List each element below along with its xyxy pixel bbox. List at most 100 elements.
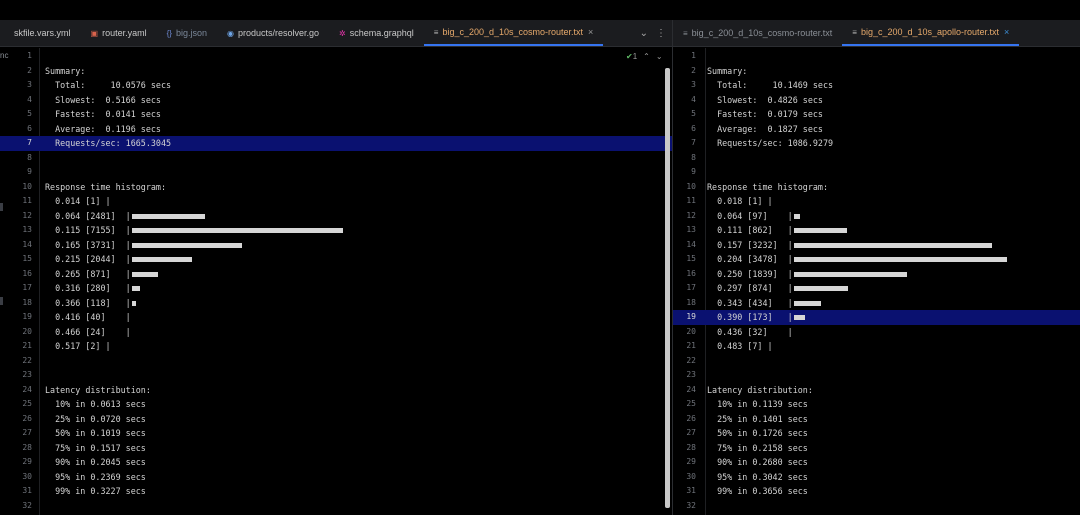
line-text: 0.064 [2481] |	[45, 210, 131, 221]
editor-line[interactable]: 15 0.215 [2044] |	[0, 252, 672, 267]
editor-line[interactable]: 31 99% in 0.3227 secs	[0, 484, 672, 499]
editor-line[interactable]: 17 0.297 [874] |	[673, 281, 1080, 296]
inspection-widget[interactable]: ✔1 ⌃ ⌄	[626, 52, 663, 61]
editor-line[interactable]: 9	[673, 165, 1080, 180]
editor-line[interactable]: 8	[673, 151, 1080, 166]
editor-line[interactable]: 12 0.064 [2481] |	[0, 209, 672, 224]
editor-line[interactable]: 10 Response time histogram:	[0, 180, 672, 195]
editor-line[interactable]: 27 50% in 0.1019 secs	[0, 426, 672, 441]
editor-line[interactable]: 28 75% in 0.1517 secs	[0, 441, 672, 456]
editor-line[interactable]: 24 Latency distribution:	[673, 383, 1080, 398]
editor-line[interactable]: 4 Slowest: 0.5166 secs	[0, 93, 672, 108]
right-tab-2[interactable]: ≡ big_c_200_d_10s_apollo-router.txt ×	[842, 20, 1020, 46]
left-tab-3[interactable]: {} big.json	[157, 20, 217, 46]
more-actions-icon[interactable]: ⋮	[656, 28, 666, 39]
editor-line[interactable]: 4 Slowest: 0.4826 secs	[673, 93, 1080, 108]
editor-line[interactable]: 20 0.436 [32] |	[673, 325, 1080, 340]
editor-line[interactable]: 21 0.483 [7] |	[673, 339, 1080, 354]
editor-line[interactable]: 6 Average: 0.1827 secs	[673, 122, 1080, 137]
editor-line[interactable]: 9	[0, 165, 672, 180]
editor-line[interactable]: 8	[0, 151, 672, 166]
line-number: 32	[22, 500, 32, 510]
editor-line[interactable]: 10 Response time histogram:	[673, 180, 1080, 195]
editor-line[interactable]: 16 0.265 [871] |	[0, 267, 672, 282]
editor-line[interactable]: 21 0.517 [2] |	[0, 339, 672, 354]
editor-line[interactable]: 1	[0, 49, 672, 64]
editor-line[interactable]: 13 0.111 [862] |	[673, 223, 1080, 238]
line-number: 27	[686, 428, 696, 437]
tab-label: big_c_200_d_10s_apollo-router.txt	[860, 27, 1000, 37]
left-tab-4[interactable]: ◉ products/resolver.go	[217, 20, 329, 46]
editor-line[interactable]: 24 Latency distribution:	[0, 383, 672, 398]
line-number: 5	[27, 109, 32, 118]
tab-close-icon[interactable]: ×	[1004, 27, 1009, 37]
editor-line[interactable]: 11 0.014 [1] |	[0, 194, 672, 209]
editor-line[interactable]: 5 Fastest: 0.0179 secs	[673, 107, 1080, 122]
next-highlight-icon[interactable]: ⌄	[656, 52, 663, 61]
tab-label: products/resolver.go	[237, 28, 320, 38]
right-tab-1[interactable]: ≡ big_c_200_d_10s_cosmo-router.txt	[673, 20, 842, 46]
line-text: 0.157 [3232] |	[707, 239, 793, 250]
editor-line[interactable]: 29 90% in 0.2045 secs	[0, 455, 672, 470]
editor-line[interactable]: 26 25% in 0.0720 secs	[0, 412, 672, 427]
editor-line[interactable]: 15 0.204 [3478] |	[673, 252, 1080, 267]
line-number: 7	[27, 138, 32, 147]
line-number: 24	[22, 384, 32, 394]
line-number: 26	[22, 413, 32, 423]
editor-line[interactable]: 12 0.064 [97] |	[673, 209, 1080, 224]
editor-line[interactable]: 7 Requests/sec: 1086.9279	[673, 136, 1080, 151]
editor-line[interactable]: 29 90% in 0.2680 secs	[673, 455, 1080, 470]
editor-line[interactable]: 6 Average: 0.1196 secs	[0, 122, 672, 137]
editor-line[interactable]: 28 75% in 0.2158 secs	[673, 441, 1080, 456]
editor-line[interactable]: 18 0.343 [434] |	[673, 296, 1080, 311]
editor-line[interactable]: 22	[0, 354, 672, 369]
editor-line[interactable]: 30 95% in 0.3042 secs	[673, 470, 1080, 485]
editor-line[interactable]: 22	[673, 354, 1080, 369]
editor-line[interactable]: 11 0.018 [1] |	[673, 194, 1080, 209]
line-number: 9	[691, 167, 696, 176]
editor-line[interactable]: 32	[673, 499, 1080, 514]
line-number: 21	[686, 341, 696, 350]
editor-line[interactable]: 3 Total: 10.0576 secs	[0, 78, 672, 93]
editor-line[interactable]: 26 25% in 0.1401 secs	[673, 412, 1080, 427]
line-number: 14	[22, 239, 32, 249]
left-vertical-scrollbar[interactable]	[665, 68, 670, 508]
editor-line[interactable]: 23	[673, 368, 1080, 383]
editor-line[interactable]: 14 0.165 [3731] |	[0, 238, 672, 253]
left-tab-5[interactable]: ✲ schema.graphql	[329, 20, 424, 46]
editor-line[interactable]: 2 Summary:	[673, 64, 1080, 79]
editor-line[interactable]: 16 0.250 [1839] |	[673, 267, 1080, 282]
editor-line[interactable]: 18 0.366 [118] |	[0, 296, 672, 311]
editor-line[interactable]: 30 95% in 0.2369 secs	[0, 470, 672, 485]
editor-line[interactable]: 25 10% in 0.0613 secs	[0, 397, 672, 412]
editor-line[interactable]: 2 Summary:	[0, 64, 672, 79]
left-tab-6[interactable]: ≡ big_c_200_d_10s_cosmo-router.txt ×	[423, 20, 604, 46]
editor-line[interactable]: 7 Requests/sec: 1665.3045	[0, 136, 672, 151]
editor-line[interactable]: 19 0.390 [173] |	[673, 310, 1080, 325]
editor-line[interactable]: 1	[673, 49, 1080, 64]
editor-line[interactable]: 32	[0, 499, 672, 514]
editor-line[interactable]: 25 10% in 0.1139 secs	[673, 397, 1080, 412]
line-number: 16	[686, 268, 696, 278]
left-tab-2[interactable]: ▣ router.yaml	[81, 20, 157, 46]
editor-line[interactable]: 17 0.316 [280] |	[0, 281, 672, 296]
left-tab-1[interactable]: skfile.vars.yml	[0, 20, 81, 46]
editor-line[interactable]: 13 0.115 [7155] |	[0, 223, 672, 238]
editor-line[interactable]: 27 50% in 0.1726 secs	[673, 426, 1080, 441]
histogram-bar	[132, 271, 158, 277]
editor-line[interactable]: 14 0.157 [3232] |	[673, 238, 1080, 253]
left-editor-pane[interactable]: 1 2 Summary: 3 Total: 10.0576 secs 4 Slowest…	[0, 48, 672, 515]
tab-close-icon[interactable]: ×	[588, 27, 593, 37]
editor-line[interactable]: 19 0.416 [40] |	[0, 310, 672, 325]
editor-line[interactable]: 23	[0, 368, 672, 383]
editor-line[interactable]: 31 99% in 0.3656 secs	[673, 484, 1080, 499]
line-text: 0.390 [173] |	[707, 312, 793, 322]
tab-list-chevron-icon[interactable]: ⌄	[640, 28, 648, 39]
editor-line[interactable]: 20 0.466 [24] |	[0, 325, 672, 340]
editor-line[interactable]: 5 Fastest: 0.0141 secs	[0, 107, 672, 122]
line-number: 22	[686, 355, 696, 365]
line-text: 0.343 [434] |	[707, 297, 793, 308]
previous-highlight-icon[interactable]: ⌃	[643, 52, 650, 61]
editor-line[interactable]: 3 Total: 10.1469 secs	[673, 78, 1080, 93]
right-editor-pane[interactable]: 1 2 Summary: 3 Total: 10.1469 secs 4 Slowest…	[673, 48, 1080, 515]
